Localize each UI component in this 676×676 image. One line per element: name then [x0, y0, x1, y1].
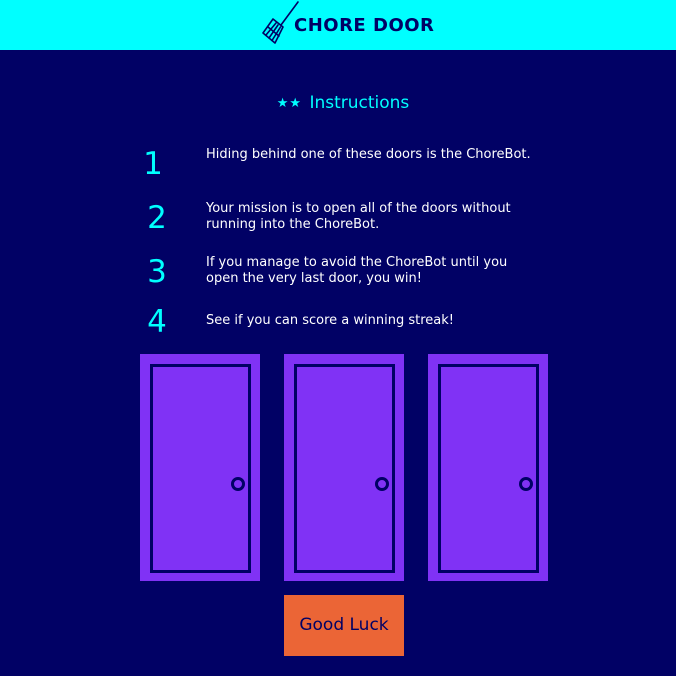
step-text: See if you can score a winning streak! — [206, 313, 454, 328]
step-number: 3 — [147, 254, 167, 290]
door-3[interactable] — [428, 354, 548, 581]
step-text: Your mission is to open all of the doors… — [206, 201, 511, 232]
good-luck-button[interactable]: Good Luck — [284, 595, 404, 656]
step-number: 2 — [147, 200, 167, 236]
door-2[interactable] — [284, 354, 404, 581]
instructions-title: Instructions — [309, 93, 410, 113]
step-number: 1 — [143, 146, 163, 182]
door-knob-icon — [231, 477, 245, 491]
header-bar: CHORE DOOR — [0, 0, 676, 50]
door-knob-icon — [519, 477, 533, 491]
step-number: 4 — [147, 304, 167, 340]
door-panel — [294, 364, 395, 573]
door-panel — [438, 364, 539, 573]
step-text: Hiding behind one of these doors is the … — [206, 147, 531, 162]
door-panel — [150, 364, 251, 573]
star-icon: ★★ — [276, 96, 303, 111]
door-row — [0, 354, 676, 581]
app-title: CHORE DOOR — [294, 15, 435, 36]
step-text: If you manage to avoid the ChoreBot unti… — [206, 255, 508, 286]
door-1[interactable] — [140, 354, 260, 581]
door-knob-icon — [375, 477, 389, 491]
instructions-heading: ★★ Instructions — [0, 92, 676, 115]
